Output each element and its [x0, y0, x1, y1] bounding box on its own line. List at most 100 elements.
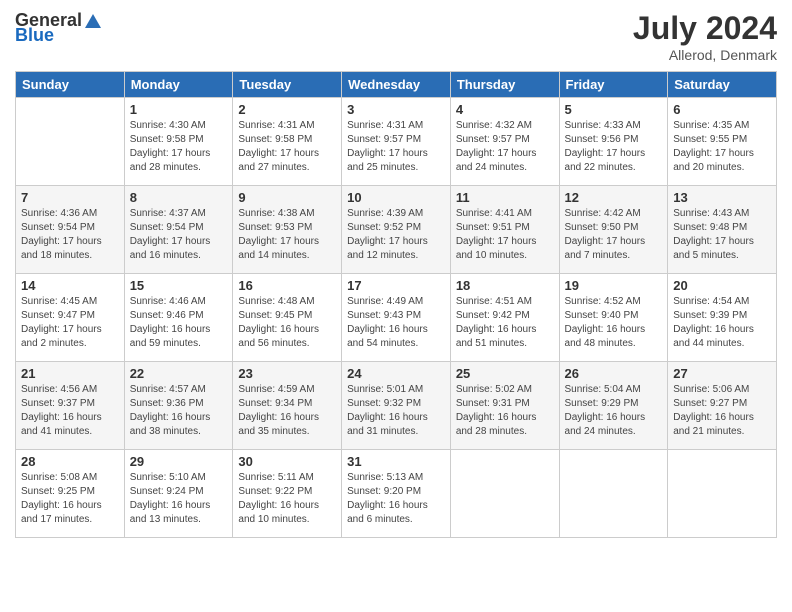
- calendar-cell: 14 Sunrise: 4:45 AM Sunset: 9:47 PM Dayli…: [16, 274, 125, 362]
- page: General Blue July 2024 Allerod, Denmark …: [0, 0, 792, 612]
- day-number: 19: [565, 278, 663, 293]
- day-number: 10: [347, 190, 445, 205]
- day-number: 8: [130, 190, 228, 205]
- calendar-cell: 21Sunrise: 4:56 AM Sunset: 9:37 PM Dayli…: [16, 362, 125, 450]
- day-info: Sunrise: 4:49 AM Sunset: 9:43 PM Dayligh…: [347, 295, 445, 351]
- calendar-cell: 7 Sunrise: 4:36 AM Sunset: 9:54 PM Daylig…: [16, 186, 125, 274]
- day-info: Sunrise: 4:45 AM Sunset: 9:47 PM Dayligh…: [21, 295, 119, 351]
- calendar-cell: 4Sunrise: 4:32 AM Sunset: 9:57 PM Daylig…: [450, 98, 559, 186]
- calendar-week-row: 28Sunrise: 5:08 AM Sunset: 9:25 PM Dayli…: [16, 450, 777, 538]
- day-number: 26: [565, 366, 663, 381]
- day-info: Sunrise: 5:10 AM Sunset: 9:24 PM Dayligh…: [130, 471, 228, 527]
- month-year: July 2024: [633, 10, 777, 47]
- calendar-header-thursday: Thursday: [450, 72, 559, 98]
- day-number: 28: [21, 454, 119, 469]
- calendar-week-row: 14 Sunrise: 4:45 AM Sunset: 9:47 PM Dayli…: [16, 274, 777, 362]
- calendar-cell: [559, 450, 668, 538]
- calendar-cell: 2 Sunrise: 4:31 AM Sunset: 9:58 PM Daylig…: [233, 98, 342, 186]
- day-number: 20: [673, 278, 771, 293]
- calendar-cell: [668, 450, 777, 538]
- location: Allerod, Denmark: [633, 47, 777, 63]
- day-info: Sunrise: 4:33 AM Sunset: 9:56 PM Dayligh…: [565, 119, 663, 175]
- calendar-cell: 30 Sunrise: 5:11 AM Sunset: 9:22 PM Dayli…: [233, 450, 342, 538]
- day-number: 18: [456, 278, 554, 293]
- day-info: Sunrise: 5:04 AM Sunset: 9:29 PM Dayligh…: [565, 383, 663, 439]
- calendar-cell: 16Sunrise: 4:48 AM Sunset: 9:45 PM Dayli…: [233, 274, 342, 362]
- day-number: 30: [238, 454, 336, 469]
- calendar-cell: 3 Sunrise: 4:31 AM Sunset: 9:57 PM Daylig…: [342, 98, 451, 186]
- day-number: 22: [130, 366, 228, 381]
- header: General Blue July 2024 Allerod, Denmark: [15, 10, 777, 63]
- calendar-cell: 29 Sunrise: 5:10 AM Sunset: 9:24 PM Dayli…: [124, 450, 233, 538]
- day-info: Sunrise: 4:31 AM Sunset: 9:58 PM Dayligh…: [238, 119, 336, 175]
- calendar-week-row: 7 Sunrise: 4:36 AM Sunset: 9:54 PM Daylig…: [16, 186, 777, 274]
- day-info: Sunrise: 4:37 AM Sunset: 9:54 PM Dayligh…: [130, 207, 228, 263]
- day-info: Sunrise: 5:06 AM Sunset: 9:27 PM Dayligh…: [673, 383, 771, 439]
- calendar-cell: [450, 450, 559, 538]
- day-number: 27: [673, 366, 771, 381]
- calendar-cell: 23Sunrise: 4:59 AM Sunset: 9:34 PM Dayli…: [233, 362, 342, 450]
- day-info: Sunrise: 5:02 AM Sunset: 9:31 PM Dayligh…: [456, 383, 554, 439]
- calendar-cell: 9 Sunrise: 4:38 AM Sunset: 9:53 PM Daylig…: [233, 186, 342, 274]
- day-info: Sunrise: 4:43 AM Sunset: 9:48 PM Dayligh…: [673, 207, 771, 263]
- calendar-cell: 12Sunrise: 4:42 AM Sunset: 9:50 PM Dayli…: [559, 186, 668, 274]
- calendar-cell: 6 Sunrise: 4:35 AM Sunset: 9:55 PM Daylig…: [668, 98, 777, 186]
- calendar-cell: 5 Sunrise: 4:33 AM Sunset: 9:56 PM Daylig…: [559, 98, 668, 186]
- day-info: Sunrise: 4:35 AM Sunset: 9:55 PM Dayligh…: [673, 119, 771, 175]
- calendar-cell: 20 Sunrise: 4:54 AM Sunset: 9:39 PM Dayli…: [668, 274, 777, 362]
- day-info: Sunrise: 4:32 AM Sunset: 9:57 PM Dayligh…: [456, 119, 554, 175]
- day-info: Sunrise: 4:59 AM Sunset: 9:34 PM Dayligh…: [238, 383, 336, 439]
- calendar-week-row: 1 Sunrise: 4:30 AM Sunset: 9:58 PM Daylig…: [16, 98, 777, 186]
- calendar: SundayMondayTuesdayWednesdayThursdayFrid…: [15, 71, 777, 538]
- calendar-cell: 19 Sunrise: 4:52 AM Sunset: 9:40 PM Dayli…: [559, 274, 668, 362]
- calendar-cell: 25 Sunrise: 5:02 AM Sunset: 9:31 PM Dayli…: [450, 362, 559, 450]
- day-number: 7: [21, 190, 119, 205]
- calendar-cell: 15Sunrise: 4:46 AM Sunset: 9:46 PM Dayli…: [124, 274, 233, 362]
- day-number: 16: [238, 278, 336, 293]
- day-info: Sunrise: 4:36 AM Sunset: 9:54 PM Dayligh…: [21, 207, 119, 263]
- calendar-cell: 27 Sunrise: 5:06 AM Sunset: 9:27 PM Dayli…: [668, 362, 777, 450]
- logo-blue-text: Blue: [15, 25, 54, 46]
- calendar-cell: 10 Sunrise: 4:39 AM Sunset: 9:52 PM Dayli…: [342, 186, 451, 274]
- day-number: 17: [347, 278, 445, 293]
- day-number: 1: [130, 102, 228, 117]
- calendar-cell: 13 Sunrise: 4:43 AM Sunset: 9:48 PM Dayli…: [668, 186, 777, 274]
- calendar-cell: 28Sunrise: 5:08 AM Sunset: 9:25 PM Dayli…: [16, 450, 125, 538]
- day-info: Sunrise: 4:57 AM Sunset: 9:36 PM Dayligh…: [130, 383, 228, 439]
- day-number: 5: [565, 102, 663, 117]
- day-info: Sunrise: 4:39 AM Sunset: 9:52 PM Dayligh…: [347, 207, 445, 263]
- day-number: 12: [565, 190, 663, 205]
- title-block: July 2024 Allerod, Denmark: [633, 10, 777, 63]
- calendar-header-wednesday: Wednesday: [342, 72, 451, 98]
- day-info: Sunrise: 4:38 AM Sunset: 9:53 PM Dayligh…: [238, 207, 336, 263]
- calendar-header-monday: Monday: [124, 72, 233, 98]
- day-number: 29: [130, 454, 228, 469]
- day-info: Sunrise: 5:13 AM Sunset: 9:20 PM Dayligh…: [347, 471, 445, 527]
- day-info: Sunrise: 4:52 AM Sunset: 9:40 PM Dayligh…: [565, 295, 663, 351]
- calendar-cell: 17 Sunrise: 4:49 AM Sunset: 9:43 PM Dayli…: [342, 274, 451, 362]
- day-number: 3: [347, 102, 445, 117]
- day-number: 31: [347, 454, 445, 469]
- calendar-cell: 26 Sunrise: 5:04 AM Sunset: 9:29 PM Dayli…: [559, 362, 668, 450]
- day-number: 14: [21, 278, 119, 293]
- day-number: 6: [673, 102, 771, 117]
- day-number: 21: [21, 366, 119, 381]
- day-info: Sunrise: 4:54 AM Sunset: 9:39 PM Dayligh…: [673, 295, 771, 351]
- day-info: Sunrise: 5:01 AM Sunset: 9:32 PM Dayligh…: [347, 383, 445, 439]
- logo: General Blue: [15, 10, 103, 46]
- day-number: 13: [673, 190, 771, 205]
- day-info: Sunrise: 4:51 AM Sunset: 9:42 PM Dayligh…: [456, 295, 554, 351]
- day-info: Sunrise: 5:11 AM Sunset: 9:22 PM Dayligh…: [238, 471, 336, 527]
- calendar-cell: 1 Sunrise: 4:30 AM Sunset: 9:58 PM Daylig…: [124, 98, 233, 186]
- day-number: 9: [238, 190, 336, 205]
- day-number: 25: [456, 366, 554, 381]
- calendar-week-row: 21Sunrise: 4:56 AM Sunset: 9:37 PM Dayli…: [16, 362, 777, 450]
- calendar-header-sunday: Sunday: [16, 72, 125, 98]
- calendar-header-saturday: Saturday: [668, 72, 777, 98]
- day-info: Sunrise: 4:30 AM Sunset: 9:58 PM Dayligh…: [130, 119, 228, 175]
- logo-icon: [83, 10, 103, 30]
- day-info: Sunrise: 4:31 AM Sunset: 9:57 PM Dayligh…: [347, 119, 445, 175]
- calendar-cell: [16, 98, 125, 186]
- calendar-cell: 8 Sunrise: 4:37 AM Sunset: 9:54 PM Daylig…: [124, 186, 233, 274]
- day-number: 2: [238, 102, 336, 117]
